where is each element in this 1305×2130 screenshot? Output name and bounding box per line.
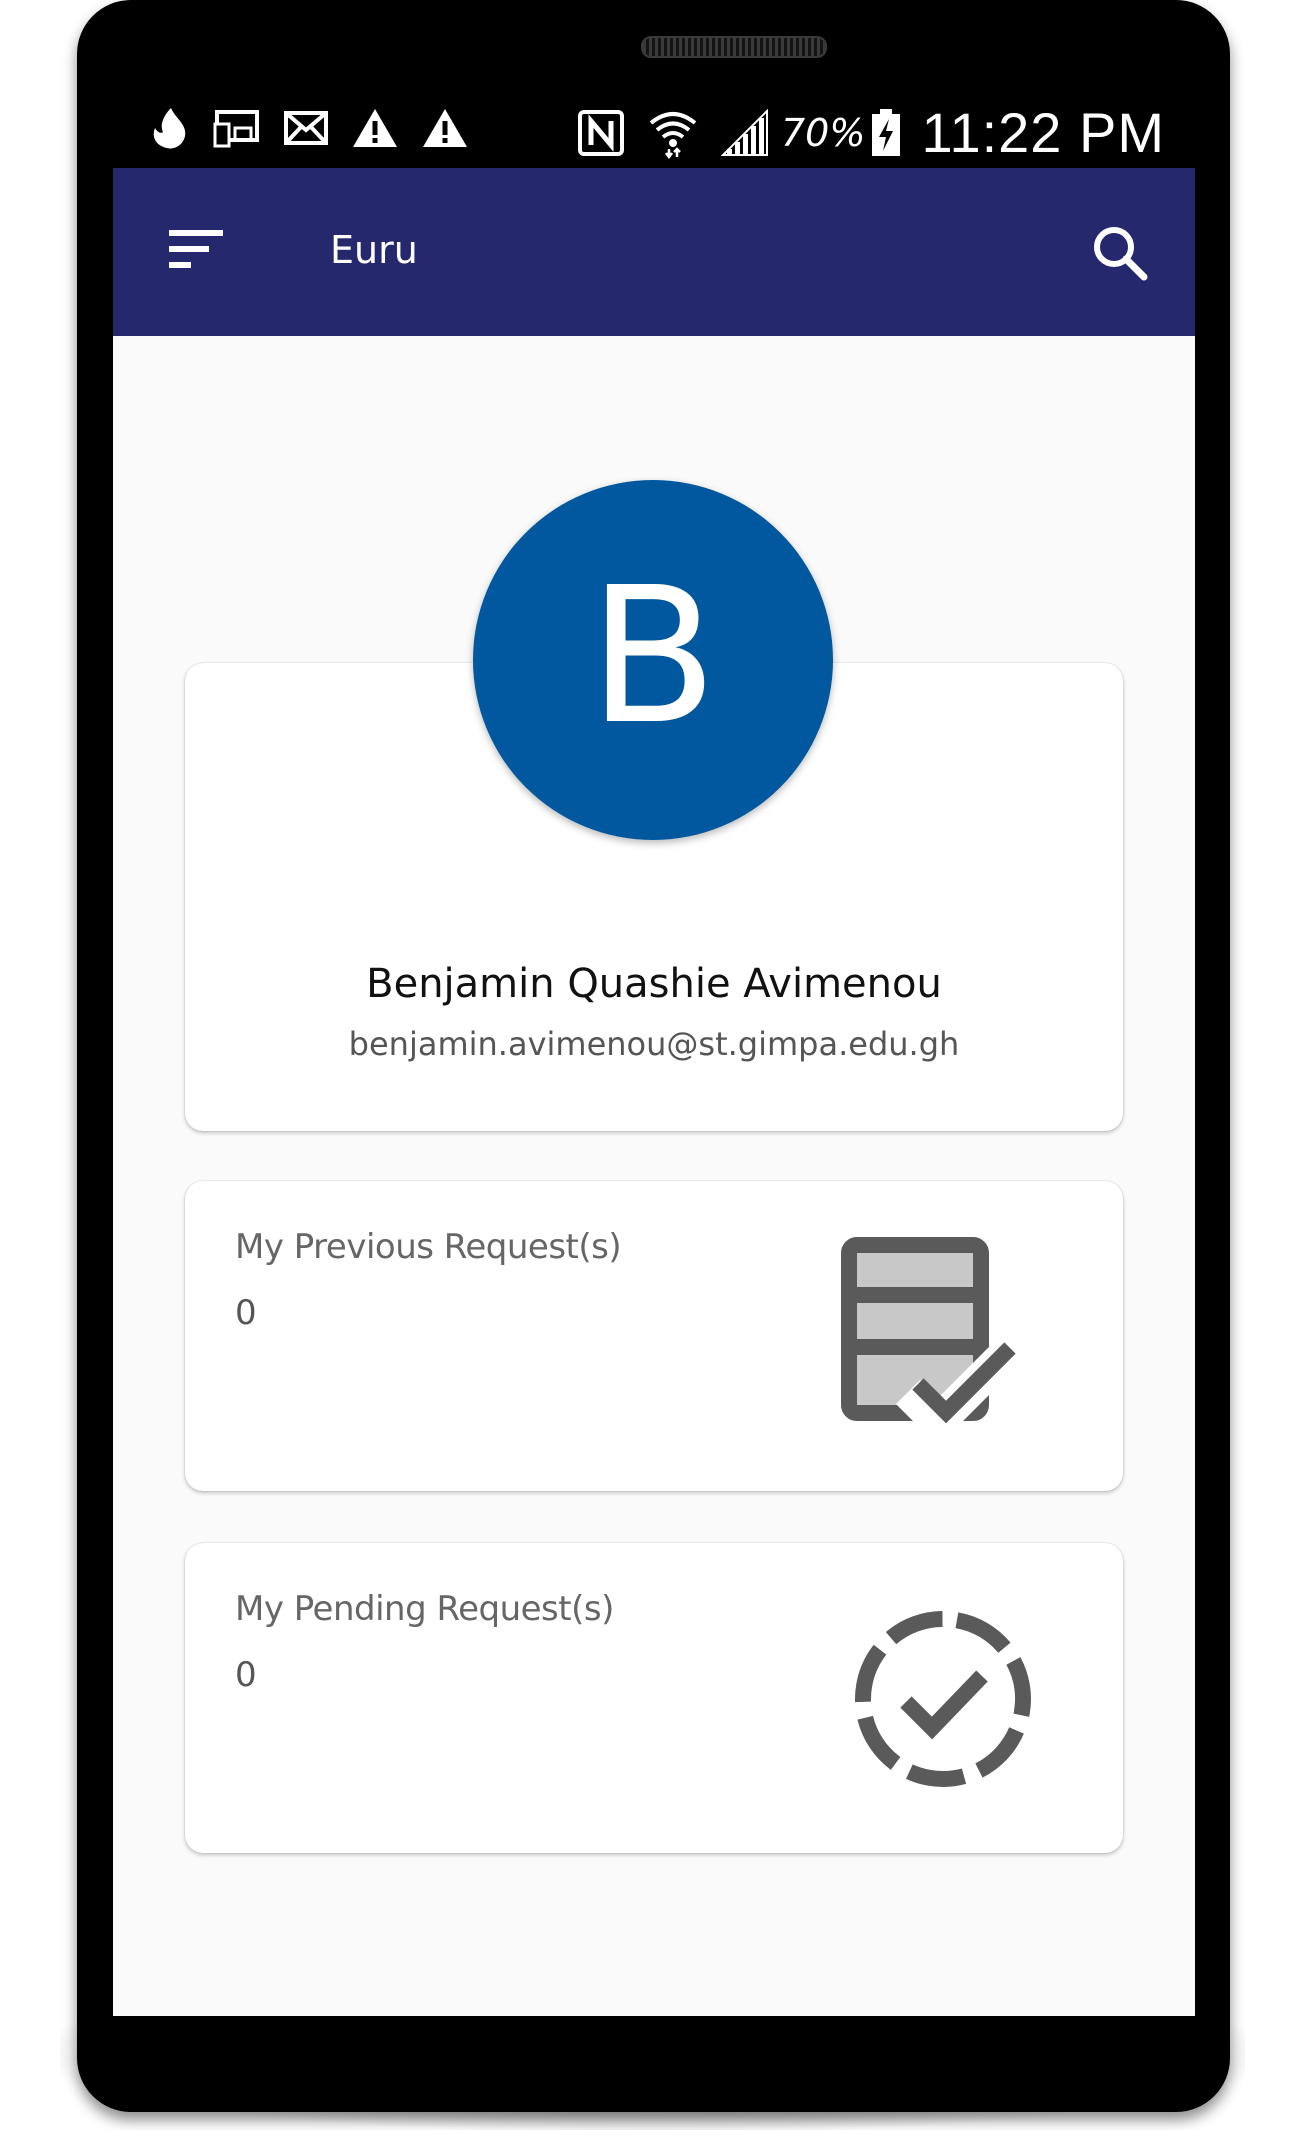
battery-percentage: 70% — [780, 110, 866, 155]
profile-email: benjamin.avimenou@st.gimpa.edu.gh — [348, 1025, 960, 1063]
mail-icon — [284, 111, 328, 145]
menu-button[interactable] — [169, 230, 227, 274]
nfc-icon — [577, 109, 624, 156]
status-bar: 70% 11:22 PM — [113, 96, 1195, 168]
previous-requests-title: My Previous Request(s) — [235, 1227, 622, 1267]
pending-requests-count: 0 — [235, 1655, 257, 1695]
flame-icon — [153, 108, 186, 149]
pending-requests-title: My Pending Request(s) — [235, 1589, 614, 1629]
system-status: 70% 11:22 PM — [577, 100, 1165, 165]
notification-icons — [147, 106, 469, 150]
avatar-initial: B — [588, 547, 718, 766]
app-bar: Euru — [113, 168, 1195, 336]
speaker-grille — [641, 36, 827, 58]
pending-check-icon — [855, 1610, 1031, 1787]
profile-name: Benjamin Quashie Avimenou — [366, 961, 942, 1007]
cast-icon — [213, 110, 259, 148]
battery-charging-icon — [872, 108, 901, 156]
app-screen: Euru Benjamin Quashie Avimenou benjamin.… — [113, 168, 1195, 2016]
clock: 11:22 PM — [921, 101, 1165, 164]
search-button[interactable] — [1091, 224, 1149, 282]
pending-requests-card[interactable]: My Pending Request(s) 0 — [185, 1543, 1123, 1853]
menu-icon — [169, 230, 223, 236]
storage-check-icon — [841, 1237, 1029, 1436]
app-title: Euru — [330, 228, 418, 272]
previous-requests-card[interactable]: My Previous Request(s) 0 — [185, 1181, 1123, 1491]
previous-requests-count: 0 — [235, 1293, 257, 1333]
avatar[interactable]: B — [473, 480, 833, 840]
signal-icon — [720, 108, 768, 156]
warning-icon — [423, 109, 467, 147]
wifi-icon — [649, 111, 697, 159]
search-icon — [1094, 227, 1148, 281]
warning-icon — [353, 109, 397, 147]
